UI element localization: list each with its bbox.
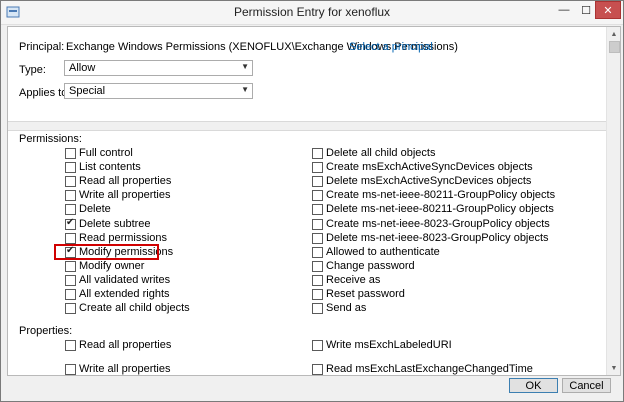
checkbox[interactable] [65,204,76,216]
checkbox-label: Allowed to authenticate [326,245,440,258]
checkbox[interactable] [65,148,76,159]
type-label: Type: [19,64,46,76]
checkbox-label: Delete ms-net-ieee-8023-GroupPolicy obje… [326,231,549,244]
checkbox[interactable] [312,190,323,202]
checkbox-label: All extended rights [79,288,170,300]
checkbox-label: Write all properties [79,189,171,202]
checkbox-label: Read all properties [79,175,172,188]
type-select[interactable]: Allow ▼ [64,60,253,76]
checkbox[interactable] [312,162,323,174]
checkbox-label: List contents [79,161,141,174]
permissions-heading: Permissions: [19,133,82,145]
checkbox[interactable] [65,217,76,230]
checkbox[interactable] [312,289,323,300]
checkbox-label: Full control [79,147,133,159]
checkbox-label: Create all child objects [79,302,190,315]
properties-heading: Properties: [19,325,73,337]
checkbox-label: Read all properties [79,339,172,351]
cancel-button[interactable]: Cancel [562,378,611,393]
select-principal-link[interactable]: Select a principal [349,41,433,53]
scroll-thumb[interactable] [609,41,620,53]
chevron-down-icon: ▼ [241,62,249,71]
checkbox-label: Create ms-net-ieee-8023-GroupPolicy obje… [326,217,550,230]
checkbox[interactable] [312,232,323,244]
applies-to-label: Applies to: [19,87,71,99]
window-title: Permission Entry for xenoflux [233,5,391,19]
permission-entry-dialog: Permission Entry for xenoflux — ☐ ✕ Prin… [0,0,624,402]
checkbox-label: Delete all child objects [326,147,436,159]
title-bar: Permission Entry for xenoflux — ☐ ✕ [1,1,623,25]
checkbox-label: Create msExchActiveSyncDevices objects [326,161,533,174]
section-divider [8,121,606,131]
checkbox[interactable] [65,340,76,351]
principal-label: Principal: [19,41,65,53]
scroll-down-icon[interactable]: ▼ [607,361,620,375]
checkbox[interactable] [312,303,323,315]
checkbox-label: Send as [326,302,367,315]
checkbox[interactable] [312,274,323,286]
checkbox[interactable] [65,190,76,202]
highlight-box [54,244,159,260]
chevron-down-icon: ▼ [241,85,249,94]
checkbox[interactable] [312,340,323,351]
checkbox[interactable] [312,148,323,159]
checkbox-label: Delete subtree [79,217,151,230]
checkbox[interactable] [312,176,323,188]
checkbox[interactable] [312,218,323,230]
checkbox[interactable] [312,204,323,216]
ok-button[interactable]: OK [509,378,558,393]
checkbox-label: All validated writes [79,273,171,286]
checkbox-label: Receive as [326,273,381,286]
vertical-scrollbar[interactable]: ▲ ▼ [606,27,620,375]
checkbox[interactable] [65,274,76,286]
checkbox-label: Reset password [326,288,405,300]
checkbox-label: Read msExchLastExchangeChangedTime [326,363,533,375]
checkbox-label: Modify owner [79,259,145,272]
scroll-up-icon[interactable]: ▲ [607,27,620,41]
checkbox-label: Create ms-net-ieee-80211-GroupPolicy obj… [326,189,556,202]
checkbox-label: Delete msExchActiveSyncDevices objects [326,175,532,188]
applies-to-select[interactable]: Special ▼ [64,83,253,99]
checkbox[interactable] [65,176,76,188]
applies-to-select-value: Special [69,85,106,97]
checkbox[interactable] [65,162,76,174]
type-select-value: Allow [69,62,96,74]
checkbox-label: Delete [79,203,111,216]
checkbox-label: Delete ms-net-ieee-80211-GroupPolicy obj… [326,203,554,216]
checkbox[interactable] [65,289,76,300]
checkbox-label: Read permissions [79,231,168,244]
checkbox[interactable] [65,260,76,272]
checkbox[interactable] [312,246,323,258]
close-button[interactable]: ✕ [595,1,621,19]
checkbox-label: Write all properties [79,363,171,375]
checkbox[interactable] [312,364,323,375]
checkbox[interactable] [312,260,323,272]
checkbox[interactable] [65,303,76,315]
content-area: Principal: Exchange Windows Permissions … [7,26,621,376]
checkbox-label: Write msExchLabeledURI [326,339,452,351]
checkbox-label: Change password [326,259,415,272]
checkbox[interactable] [65,232,76,244]
checkbox[interactable] [65,364,76,375]
